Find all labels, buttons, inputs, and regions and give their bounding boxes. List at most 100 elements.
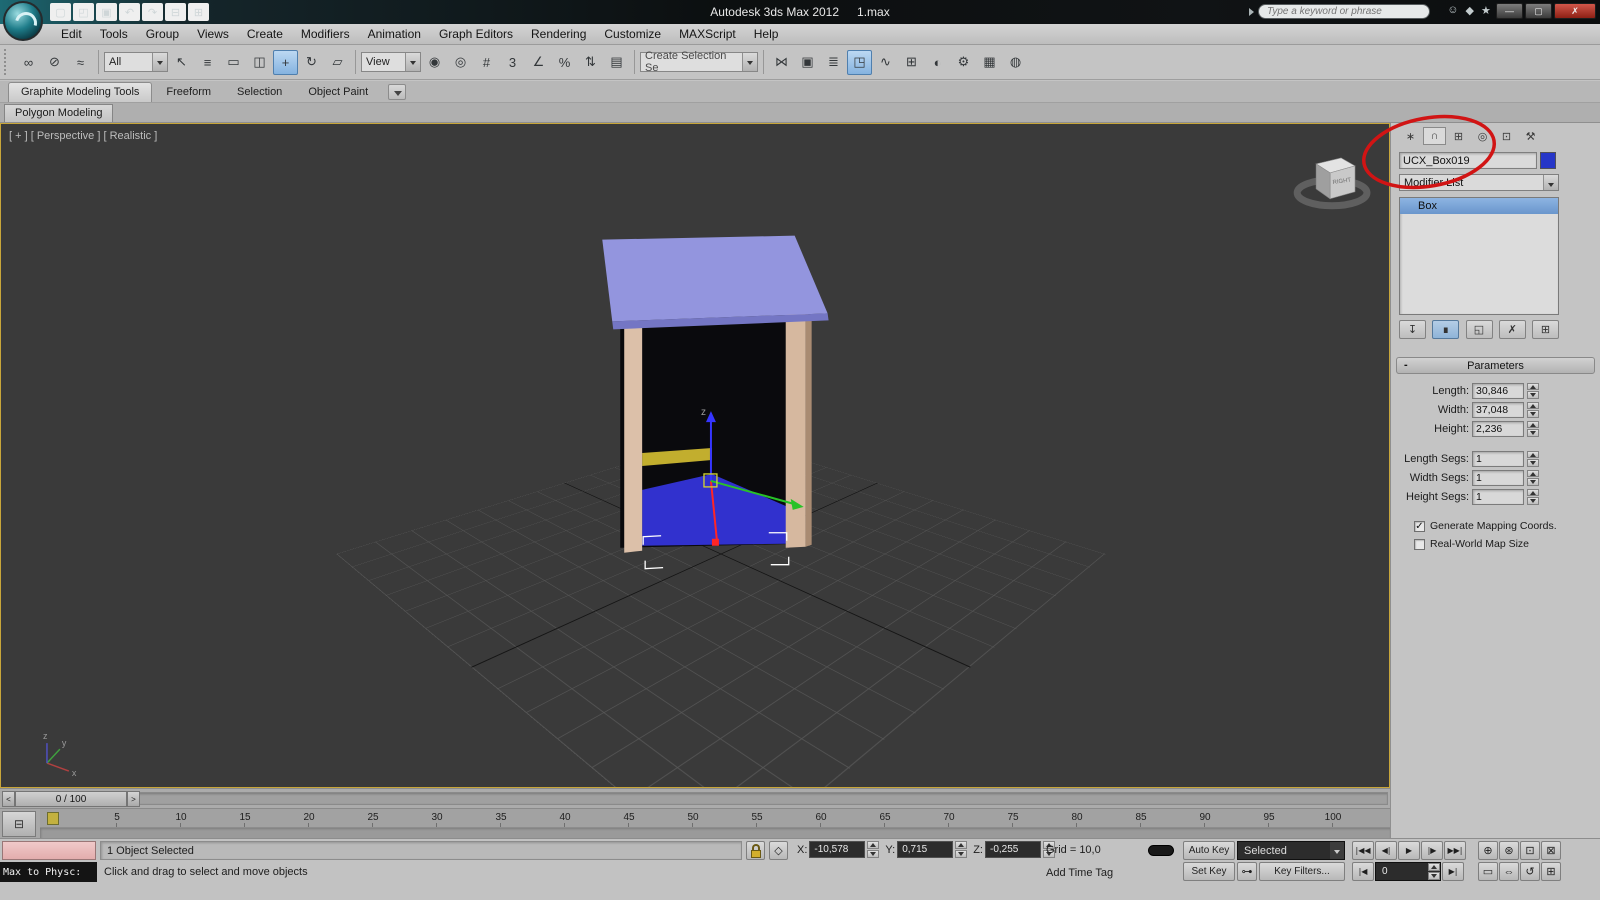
- create-tab[interactable]: ∗: [1399, 127, 1422, 145]
- previous-key-button[interactable]: |◀: [1352, 862, 1374, 881]
- spinner-control[interactable]: [1527, 402, 1539, 418]
- coordinate-field[interactable]: -0,255: [985, 841, 1041, 858]
- time-slider-groove[interactable]: [2, 792, 1388, 805]
- zoom-all-icon[interactable]: ⊛: [1499, 841, 1519, 860]
- close-button[interactable]: ✗: [1554, 3, 1596, 19]
- maxscript-mini-listener[interactable]: Max to Physc:: [0, 862, 97, 882]
- timeline-ruler[interactable]: 5101520253035404550556065707580859095100: [40, 809, 1390, 828]
- keyboard-override-icon[interactable]: #: [474, 50, 499, 75]
- project-folder-icon[interactable]: ⊟: [165, 3, 186, 21]
- status-panel-toggle-icon[interactable]: [1148, 845, 1174, 856]
- time-slider-handle[interactable]: 0 / 100: [15, 791, 127, 807]
- selection-region-icon[interactable]: ▭: [221, 50, 246, 75]
- next-frame-arrow[interactable]: >: [127, 791, 140, 807]
- menu-item[interactable]: MAXScript: [670, 25, 745, 43]
- current-frame-field[interactable]: 0: [1375, 862, 1441, 881]
- select-and-link-icon[interactable]: ∞: [16, 50, 41, 75]
- angle-snap-icon[interactable]: ∠: [526, 50, 551, 75]
- menu-item[interactable]: Create: [238, 25, 292, 43]
- auto-key-button[interactable]: Auto Key: [1183, 841, 1235, 860]
- zoom-icon[interactable]: ⊕: [1478, 841, 1498, 860]
- key-filter-scope-dropdown[interactable]: Selected: [1237, 841, 1345, 860]
- parameter-value-field[interactable]: 30,846: [1472, 383, 1524, 399]
- next-key-button[interactable]: ▶|: [1442, 862, 1464, 881]
- menu-item[interactable]: Help: [745, 25, 788, 43]
- go-to-start-button[interactable]: |◀◀: [1352, 841, 1374, 860]
- layer-manager-icon[interactable]: ≣: [821, 50, 846, 75]
- macro-recorder-pane[interactable]: [2, 841, 96, 860]
- mirror-icon[interactable]: ⋈: [769, 50, 794, 75]
- key-filters-button[interactable]: Key Filters...: [1259, 862, 1345, 881]
- spinner-control[interactable]: [1527, 489, 1539, 505]
- display-tab[interactable]: ⊡: [1495, 127, 1518, 145]
- maximize-button[interactable]: ▢: [1525, 3, 1552, 19]
- spinner-control[interactable]: [1527, 470, 1539, 486]
- new-scene-icon[interactable]: ▢: [50, 3, 71, 21]
- toolbar-grip[interactable]: [4, 49, 11, 75]
- ribbon-tab[interactable]: Selection: [225, 83, 294, 102]
- make-unique-icon[interactable]: ◱: [1466, 320, 1493, 339]
- open-file-icon[interactable]: ◰: [73, 3, 94, 21]
- select-and-scale-icon[interactable]: ▱: [325, 50, 350, 75]
- set-key-button[interactable]: Set Key: [1183, 862, 1235, 881]
- previous-frame-button[interactable]: ◀|: [1375, 841, 1397, 860]
- menu-item[interactable]: Views: [188, 25, 238, 43]
- next-frame-button[interactable]: |▶: [1421, 841, 1443, 860]
- pan-view-icon[interactable]: ⇔: [1499, 862, 1519, 881]
- add-time-tag[interactable]: Add Time Tag: [1046, 867, 1113, 879]
- zoom-region-icon[interactable]: ▭: [1478, 862, 1498, 881]
- snap-toggle-3d-icon[interactable]: 3: [500, 50, 525, 75]
- parameter-value-field[interactable]: 2,236: [1472, 421, 1524, 437]
- ribbon-tab[interactable]: Freeform: [154, 83, 223, 102]
- perspective-viewport[interactable]: [ + ] [ Perspective ] [ Realistic ]: [0, 123, 1390, 788]
- workspace-icon[interactable]: ⊞: [188, 3, 209, 21]
- edit-named-selection-sets-icon[interactable]: ▤: [604, 50, 629, 75]
- configure-modifier-sets-icon[interactable]: ⊞: [1532, 320, 1559, 339]
- spinner-control[interactable]: [1428, 863, 1440, 880]
- subscription-center-icon[interactable]: ◆: [1466, 4, 1474, 17]
- ribbon-toggle-icon[interactable]: ◳: [847, 50, 872, 75]
- menu-item[interactable]: Tools: [91, 25, 137, 43]
- object-color-swatch[interactable]: [1540, 152, 1556, 169]
- set-keys-icon[interactable]: ⊶: [1237, 862, 1257, 881]
- parameter-value-field[interactable]: 1: [1472, 489, 1524, 505]
- schematic-view-icon[interactable]: ⊞: [899, 50, 924, 75]
- zoom-extents-all-icon[interactable]: ⊠: [1541, 841, 1561, 860]
- spinner-control[interactable]: [867, 841, 879, 858]
- rendered-frame-icon[interactable]: ▦: [977, 50, 1002, 75]
- window-crossing-icon[interactable]: ◫: [247, 50, 272, 75]
- checkbox-row[interactable]: ✓ Generate Mapping Coords.: [1396, 517, 1595, 535]
- select-and-rotate-icon[interactable]: ↻: [299, 50, 324, 75]
- coordinate-field[interactable]: -10,578: [809, 841, 865, 858]
- remove-modifier-icon[interactable]: ✗: [1499, 320, 1526, 339]
- menu-item[interactable]: Graph Editors: [430, 25, 522, 43]
- zoom-extents-icon[interactable]: ⊡: [1520, 841, 1540, 860]
- hierarchy-tab[interactable]: ⊞: [1447, 127, 1470, 145]
- spinner-control[interactable]: [1527, 383, 1539, 399]
- utilities-tab[interactable]: ⚒: [1519, 127, 1542, 145]
- save-file-icon[interactable]: ▣: [96, 3, 117, 21]
- select-and-move-icon[interactable]: +: [273, 50, 298, 75]
- redo-icon[interactable]: ↷: [142, 3, 163, 21]
- select-by-name-icon[interactable]: ≡: [195, 50, 220, 75]
- mini-curve-editor-button[interactable]: ⊟: [2, 811, 36, 837]
- selection-filter-dropdown[interactable]: All: [104, 52, 168, 72]
- favorites-icon[interactable]: ★: [1481, 4, 1491, 17]
- undo-icon[interactable]: ↶: [119, 3, 140, 21]
- curve-editor-icon[interactable]: ∿: [873, 50, 898, 75]
- menu-item[interactable]: Rendering: [522, 25, 595, 43]
- checkbox[interactable]: ✓: [1414, 521, 1425, 532]
- menu-item[interactable]: Modifiers: [292, 25, 359, 43]
- object-name-field[interactable]: [1399, 152, 1537, 169]
- motion-tab[interactable]: ◎: [1471, 127, 1494, 145]
- modifier-list-dropdown[interactable]: Modifier List: [1399, 174, 1559, 191]
- menu-item[interactable]: Group: [137, 25, 188, 43]
- modifier-stack-item[interactable]: Box: [1400, 198, 1558, 214]
- current-frame-marker[interactable]: [47, 812, 59, 825]
- unlink-selection-icon[interactable]: ⊘: [42, 50, 67, 75]
- render-production-icon[interactable]: ◍: [1003, 50, 1028, 75]
- use-pivot-center-icon[interactable]: ◉: [422, 50, 447, 75]
- play-button[interactable]: ▶: [1398, 841, 1420, 860]
- ribbon-tab[interactable]: Graphite Modeling Tools: [8, 82, 152, 102]
- polygon-modeling-panel-tab[interactable]: Polygon Modeling: [4, 104, 113, 122]
